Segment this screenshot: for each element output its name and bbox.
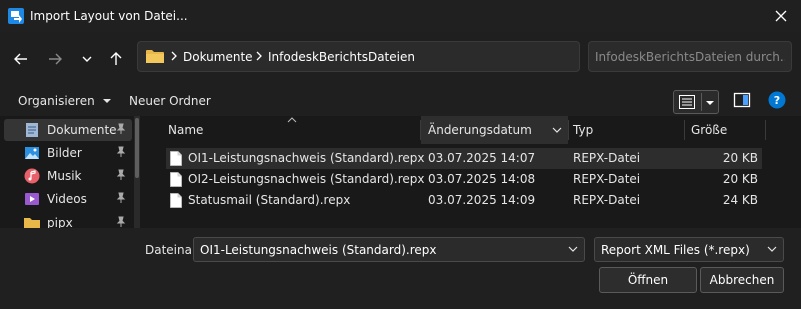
close-icon (775, 10, 787, 22)
svg-text:?: ? (774, 94, 780, 107)
view-options-button[interactable] (673, 90, 719, 114)
address-bar[interactable]: Dokumente InfodeskBerichtsDateien (137, 41, 580, 72)
back-button[interactable] (10, 48, 32, 70)
pictures-icon (25, 147, 39, 159)
file-size: 20 KB (722, 172, 758, 186)
file-list: Name Änderungsdatum Typ Größe OI1-Leistu… (150, 116, 801, 228)
file-size: 20 KB (722, 151, 758, 165)
sidebar-item-label: Musik (47, 169, 82, 183)
sidebar-item-label: Bilder (47, 146, 82, 160)
file-type: REPX-Datei (573, 151, 641, 165)
details-view-icon (679, 95, 695, 109)
caret-down-icon (102, 99, 111, 103)
sidebar-item-label: Videos (47, 192, 87, 206)
help-icon[interactable]: ? (768, 91, 786, 109)
open-button[interactable]: Öffnen (599, 267, 697, 293)
sidebar-item-label: pipx (47, 216, 73, 228)
file-icon (170, 151, 182, 166)
chevron-down-icon[interactable] (568, 245, 578, 253)
column-header-date[interactable]: Änderungsdatum (421, 116, 568, 144)
filetype-select[interactable]: Report XML Files (*.repx) (594, 237, 784, 262)
breadcrumb-infodesk[interactable]: InfodeskBerichtsDateien (268, 50, 415, 64)
column-header-row: Name Änderungsdatum Typ Größe (150, 116, 801, 144)
chevron-right-icon (256, 51, 262, 61)
title-bar: Import Layout von Datei... (0, 0, 801, 32)
music-icon (24, 168, 40, 184)
sidebar-item-videos[interactable]: Videos (4, 188, 132, 210)
file-name: OI2-Leistungsnachweis (Standard).repx (188, 172, 425, 186)
column-header-type[interactable]: Typ (569, 116, 684, 144)
sidebar-item-pictures[interactable]: Bilder (4, 142, 132, 164)
pin-icon (116, 146, 126, 157)
file-icon (170, 193, 182, 208)
folder-icon (146, 50, 164, 63)
app-icon (8, 8, 24, 24)
filename-input[interactable] (200, 242, 550, 258)
window-title: Import Layout von Datei... (30, 9, 188, 23)
documents-icon (26, 123, 38, 137)
arrow-right-icon (49, 53, 62, 65)
table-row[interactable]: OI2-Leistungsnachweis (Standard).repx 03… (166, 169, 762, 190)
file-icon (170, 172, 182, 187)
filename-combobox[interactable] (193, 237, 585, 262)
sidebar-scrollbar-thumb[interactable] (135, 118, 139, 178)
table-row[interactable]: Statusmail (Standard).repx 03.07.2025 14… (166, 190, 762, 211)
file-name: OI1-Leistungsnachweis (Standard).repx (188, 151, 425, 165)
videos-icon (25, 193, 39, 205)
filetype-value: Report XML Files (*.repx) (601, 243, 750, 257)
column-header-name[interactable]: Name (162, 116, 420, 144)
pin-icon (116, 169, 126, 180)
forward-button[interactable] (44, 48, 66, 70)
preview-pane-icon[interactable] (733, 91, 751, 109)
caret-down-icon (706, 101, 714, 105)
navigation-pane: Dokumente Bilder Musik Videos pipx (0, 116, 150, 228)
close-button[interactable] (769, 4, 793, 28)
table-row[interactable]: OI1-Leistungsnachweis (Standard).repx 03… (166, 148, 762, 169)
sidebar-item-music[interactable]: Musik (4, 165, 132, 187)
column-divider (765, 120, 766, 140)
sidebar-item-label: Dokumente (47, 123, 117, 137)
new-folder-button[interactable]: Neuer Ordner (129, 94, 211, 108)
organize-menu[interactable]: Organisieren (18, 94, 111, 108)
pin-icon (116, 192, 126, 203)
file-type: REPX-Datei (573, 193, 641, 207)
search-box[interactable] (588, 41, 792, 72)
arrow-left-icon (14, 53, 27, 65)
breadcrumb-documents[interactable]: Dokumente (183, 50, 253, 64)
recent-locations-button[interactable] (76, 48, 98, 70)
chevron-right-icon (171, 51, 177, 61)
pin-icon (116, 123, 126, 134)
file-date: 03.07.2025 14:07 (428, 151, 536, 165)
folder-icon (24, 218, 40, 228)
chevron-down-icon (767, 246, 777, 252)
sidebar-item-pipx[interactable]: pipx (4, 212, 132, 228)
search-input[interactable] (595, 48, 785, 66)
file-size: 24 KB (722, 193, 758, 207)
file-date: 03.07.2025 14:08 (428, 172, 536, 186)
file-date: 03.07.2025 14:09 (428, 193, 536, 207)
sidebar-item-documents[interactable]: Dokumente (4, 119, 132, 141)
column-header-size[interactable]: Größe (685, 116, 765, 144)
pin-icon (116, 216, 126, 227)
chevron-down-icon (82, 56, 92, 62)
file-name: Statusmail (Standard).repx (188, 193, 351, 207)
file-type: REPX-Datei (573, 172, 641, 186)
arrow-up-icon (110, 52, 122, 65)
chevron-down-icon (552, 127, 562, 133)
up-button[interactable] (105, 48, 127, 70)
cancel-button[interactable]: Abbrechen (700, 267, 784, 293)
organize-label: Organisieren (18, 94, 95, 108)
